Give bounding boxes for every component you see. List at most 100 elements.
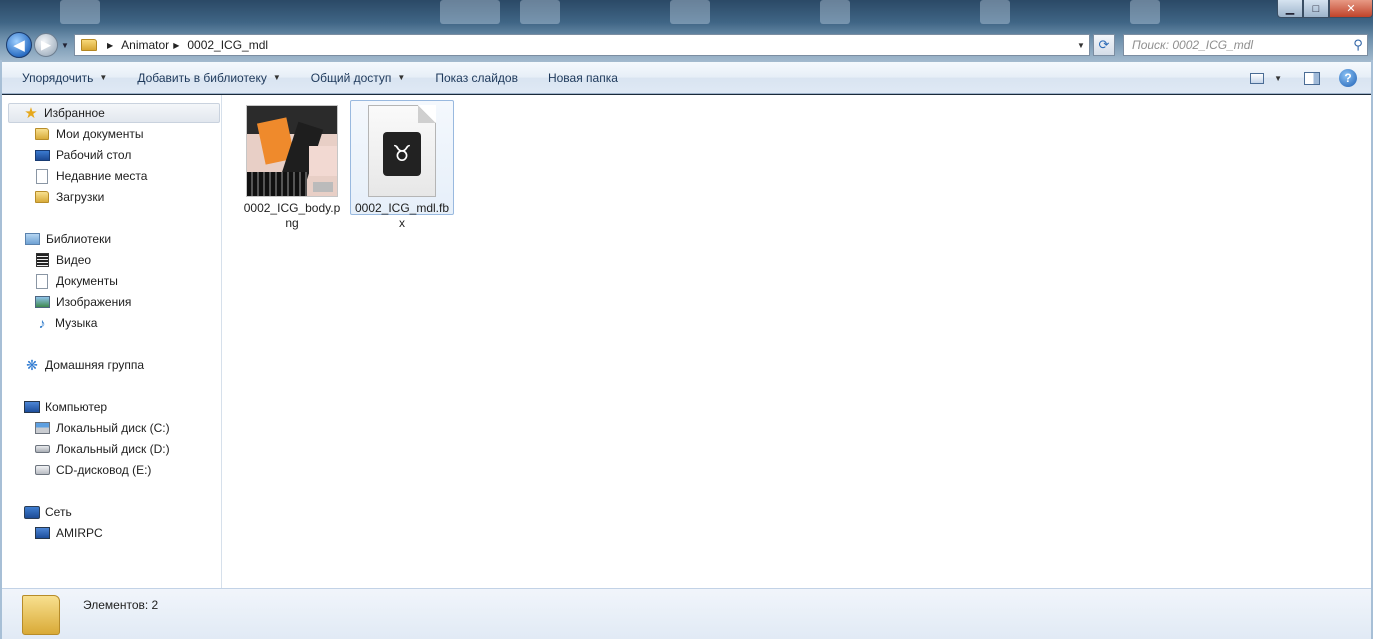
address-dropdown-icon[interactable]: ▼ — [1073, 41, 1089, 50]
history-dropdown-icon[interactable]: ▼ — [61, 41, 69, 50]
nav-computer-label: Компьютер — [45, 400, 108, 414]
breadcrumb-separator-icon[interactable]: ▶ — [173, 41, 179, 50]
breadcrumb-separator-icon[interactable]: ▶ — [107, 41, 113, 50]
nav-favorites-label: Избранное — [44, 106, 105, 120]
star-icon: ★ — [24, 104, 38, 122]
organize-button[interactable]: Упорядочить ▼ — [0, 62, 122, 94]
nav-item-cd-drive[interactable]: CD-дисковод (E:) — [34, 460, 151, 480]
preview-pane-icon[interactable] — [1304, 71, 1320, 85]
nav-item-label: Музыка — [55, 316, 98, 330]
taskbar-reflection — [980, 0, 1010, 24]
chevron-down-icon: ▼ — [272, 73, 281, 82]
share-label: Общий доступ — [310, 70, 392, 85]
change-view-icon[interactable] — [1250, 72, 1265, 84]
nav-item-label: Изображения — [56, 295, 132, 309]
nav-item-my-documents[interactable]: Мои документы — [34, 124, 143, 144]
close-button[interactable]: ✕ — [1329, 0, 1373, 18]
nav-item-label: Локальный диск (C:) — [56, 421, 170, 435]
forward-arrow-icon: ▶ — [41, 37, 51, 52]
window-controls: ▁ □ ✕ — [1277, 0, 1373, 18]
nav-item-label: CD-дисковод (E:) — [56, 463, 152, 477]
nav-item-drive-d[interactable]: Локальный диск (D:) — [34, 439, 170, 459]
organize-label: Упорядочить — [22, 70, 94, 85]
add-to-library-button[interactable]: Добавить в библиотеку ▼ — [122, 62, 295, 94]
libraries-icon — [25, 233, 40, 245]
nav-item-recent-places[interactable]: Недавние места — [34, 166, 147, 186]
slideshow-label: Показ слайдов — [435, 70, 518, 85]
nav-item-documents[interactable]: Документы — [34, 271, 118, 291]
nav-libraries[interactable]: Библиотеки — [24, 229, 111, 249]
nav-item-amirpc[interactable]: AMIRPC — [34, 523, 103, 543]
homegroup-icon: ❋ — [26, 357, 38, 373]
new-folder-label: Новая папка — [547, 70, 618, 85]
add-to-library-label: Добавить в библиотеку — [137, 70, 267, 85]
downloads-folder-icon — [35, 191, 49, 203]
navigation-bar: ◀ ▶ ▼ ▶ Animator ▶ 0002_ICG_mdl ▼ ⟳ ⚲ — [0, 30, 1373, 60]
fbx-logo-icon: ♉ — [383, 132, 421, 176]
new-folder-button[interactable]: Новая папка — [533, 62, 633, 94]
nav-item-desktop[interactable]: Рабочий стол — [34, 145, 131, 165]
nav-item-label: AMIRPC — [56, 526, 103, 540]
recent-places-icon — [36, 168, 48, 184]
address-bar[interactable]: ▶ Animator ▶ 0002_ICG_mdl ▼ — [74, 34, 1090, 56]
pictures-icon — [35, 296, 50, 308]
nav-item-pictures[interactable]: Изображения — [34, 292, 131, 312]
item-count: Элементов: 2 — [83, 598, 159, 612]
nav-computer[interactable]: Компьютер — [24, 397, 107, 417]
video-icon — [36, 253, 49, 267]
music-note-icon: ♪ — [38, 315, 46, 331]
maximize-button[interactable]: □ — [1303, 0, 1329, 18]
taskbar-reflection — [60, 0, 100, 24]
nav-item-music[interactable]: ♪ Музыка — [34, 313, 98, 333]
file-name: 0002_ICG_mdl.fbx — [354, 201, 450, 230]
nav-network[interactable]: Сеть — [24, 502, 72, 522]
nav-favorites[interactable]: ★ Избранное — [8, 103, 220, 123]
system-drive-icon — [35, 422, 50, 434]
desktop-icon — [35, 149, 50, 161]
file-item-fbx[interactable]: ♉ 0002_ICG_mdl.fbx — [350, 100, 454, 230]
nav-item-label: Рабочий стол — [56, 148, 132, 162]
navigation-pane[interactable]: ★ Избранное Мои документы Рабочий стол Н… — [2, 95, 222, 588]
command-bar: Упорядочить ▼ Добавить в библиотеку ▼ Общи… — [0, 62, 1373, 94]
documents-folder-icon — [35, 128, 49, 140]
folder-icon — [81, 39, 97, 51]
breadcrumb-current-folder[interactable]: 0002_ICG_mdl — [187, 38, 268, 52]
view-options-dropdown-icon[interactable]: ▼ — [1274, 74, 1282, 83]
nav-item-label: Мои документы — [56, 127, 144, 141]
chevron-down-icon: ▼ — [99, 73, 108, 82]
hard-drive-icon — [35, 445, 50, 453]
refresh-icon: ⟳ — [1098, 37, 1110, 52]
nav-item-downloads[interactable]: Загрузки — [34, 187, 104, 207]
taskbar-reflection — [440, 0, 500, 24]
back-button[interactable]: ◀ — [6, 32, 32, 58]
nav-homegroup-label: Домашняя группа — [45, 358, 145, 372]
nav-item-video[interactable]: Видео — [34, 250, 91, 270]
share-button[interactable]: Общий доступ ▼ — [296, 62, 421, 94]
image-thumbnail — [246, 105, 338, 197]
search-box: ⚲ — [1123, 34, 1368, 56]
folder-icon — [22, 595, 60, 635]
cd-drive-icon — [35, 465, 50, 475]
taskbar-reflection — [820, 0, 850, 24]
network-computer-icon — [35, 527, 50, 539]
nav-homegroup[interactable]: ❋ Домашняя группа — [24, 355, 144, 375]
nav-item-label: Документы — [56, 274, 118, 288]
computer-icon — [24, 401, 40, 413]
nav-item-label: Загрузки — [56, 190, 105, 204]
taskbar-reflection — [520, 0, 560, 24]
forward-button[interactable]: ▶ — [34, 33, 58, 57]
nav-item-drive-c[interactable]: Локальный диск (C:) — [34, 418, 170, 438]
help-icon[interactable]: ? — [1339, 69, 1357, 87]
file-list-area[interactable]: 0002_ICG_body.png ♉ 0002_ICG_mdl.fbx — [222, 95, 1371, 588]
minimize-button[interactable]: ▁ — [1277, 0, 1303, 18]
breadcrumb-animator[interactable]: Animator — [121, 38, 169, 52]
refresh-button[interactable]: ⟳ — [1093, 34, 1115, 56]
file-item-png[interactable]: 0002_ICG_body.png — [240, 101, 344, 230]
slideshow-button[interactable]: Показ слайдов — [420, 62, 533, 94]
search-input[interactable] — [1124, 36, 1349, 54]
command-bar-right: ▼ ? — [1250, 62, 1373, 94]
search-icon[interactable]: ⚲ — [1349, 37, 1367, 53]
details-pane: Элементов: 2 — [2, 588, 1371, 639]
chevron-down-icon: ▼ — [397, 73, 406, 82]
back-arrow-icon: ◀ — [13, 37, 25, 54]
